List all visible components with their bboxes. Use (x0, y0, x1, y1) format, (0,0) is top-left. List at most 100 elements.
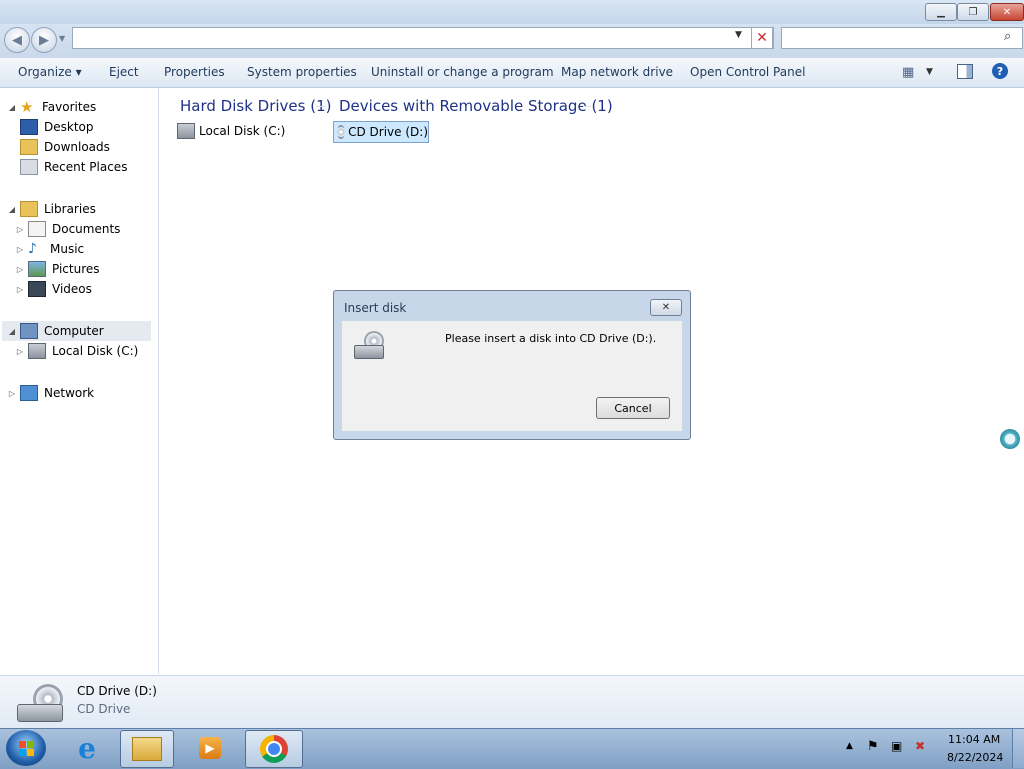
network-status-icon[interactable]: ▣ (891, 739, 902, 753)
address-bar[interactable]: ▼ (72, 27, 774, 49)
internet-explorer-icon: e (78, 731, 96, 765)
close-icon: ✕ (661, 302, 671, 313)
change-view-icon[interactable]: ▦ (902, 65, 914, 80)
title-bar (0, 0, 1024, 24)
action-center-flag-icon[interactable]: ⚑ (867, 739, 879, 754)
sidebar-item-desktop[interactable]: Desktop (8, 117, 151, 137)
clock-date[interactable]: 8/22/2024 (947, 751, 1003, 764)
close-icon: ✕ (1002, 6, 1012, 18)
expanded-icon: ◢ (8, 102, 16, 112)
sidebar-item-libraries[interactable]: ◢ Libraries (8, 199, 151, 219)
restore-button[interactable]: ❐ (957, 3, 989, 21)
restore-icon: ❐ (968, 6, 978, 18)
forward-arrow-icon: ▶ (39, 32, 49, 48)
clock-time[interactable]: 11:04 AM (948, 733, 1000, 746)
sidebar-item-pictures[interactable]: ▷ Pictures (8, 259, 151, 279)
collapsed-icon: ▷ (16, 264, 24, 274)
details-item-name: CD Drive (D:) (77, 684, 157, 698)
collapsed-icon: ▷ (16, 244, 24, 254)
properties-button[interactable]: Properties (164, 65, 225, 79)
loading-indicator-icon (1000, 429, 1020, 449)
preview-pane-icon[interactable] (957, 64, 973, 79)
sidebar-item-documents[interactable]: ▷ Documents (8, 219, 151, 239)
sidebar-item-local-disk[interactable]: ▷ Local Disk (C:) (8, 341, 151, 361)
details-item-type: CD Drive (77, 702, 131, 716)
address-dropdown-icon[interactable]: ▼ (735, 30, 742, 40)
insert-disk-dialog: Insert disk ✕ Please insert a disk into … (333, 290, 691, 440)
eject-button[interactable]: Eject (109, 65, 139, 79)
close-button[interactable]: ✕ (990, 3, 1024, 21)
cancel-button[interactable]: Cancel (596, 397, 670, 419)
volume-muted-icon[interactable]: ✖ (915, 739, 925, 753)
music-note-icon: ♪ (28, 241, 37, 257)
collapsed-icon: ▷ (16, 346, 24, 356)
help-icon[interactable]: ? (992, 63, 1008, 79)
sidebar-item-recent-places[interactable]: Recent Places (8, 157, 151, 177)
cd-drive-large-icon (17, 684, 63, 724)
recent-places-icon (20, 159, 38, 175)
dialog-title: Insert disk (344, 301, 407, 315)
computer-icon (20, 323, 38, 339)
open-control-panel-button[interactable]: Open Control Panel (690, 65, 805, 79)
show-desktop-button[interactable] (1012, 729, 1024, 768)
group-divider (583, 106, 591, 107)
organize-menu[interactable]: Organize ▾ (18, 65, 82, 79)
hard-disk-icon (177, 123, 195, 139)
libraries-icon (20, 201, 38, 217)
expanded-icon: ◢ (8, 326, 16, 336)
dialog-message: Please insert a disk into CD Drive (D:). (445, 332, 657, 345)
cd-drive-d-item[interactable]: CD Drive (D:) (333, 121, 429, 143)
cd-drive-icon (354, 331, 384, 361)
sidebar-item-downloads[interactable]: Downloads (8, 137, 151, 157)
system-properties-button[interactable]: System properties (247, 65, 357, 79)
hard-disk-icon (28, 343, 46, 359)
desktop-icon (20, 119, 38, 135)
view-options-chevron-icon[interactable]: ▼ (926, 67, 933, 77)
pictures-icon (28, 261, 46, 277)
show-hidden-icons-button[interactable]: ▲ (846, 741, 853, 751)
collapsed-icon: ▷ (16, 224, 24, 234)
downloads-folder-icon (20, 139, 38, 155)
sidebar-item-favorites[interactable]: ◢ ★ Favorites (8, 97, 151, 117)
chrome-icon (260, 735, 288, 763)
local-disk-c-item[interactable]: Local Disk (C:) (177, 121, 285, 141)
expanded-icon: ◢ (8, 204, 16, 214)
hard-disk-drives-header[interactable]: Hard Disk Drives (1) (180, 97, 331, 115)
forward-button[interactable]: ▶ (31, 27, 57, 53)
group-divider (316, 106, 326, 107)
uninstall-program-button[interactable]: Uninstall or change a program (371, 65, 554, 79)
cd-drive-icon (337, 125, 346, 139)
back-arrow-icon: ◀ (12, 32, 22, 48)
details-pane: CD Drive (D:) CD Drive (0, 675, 1024, 729)
stop-button[interactable]: ✕ (751, 27, 773, 49)
dialog-body: Please insert a disk into CD Drive (D:).… (342, 321, 682, 431)
dialog-close-button[interactable]: ✕ (650, 299, 682, 316)
network-icon (20, 385, 38, 401)
sidebar-item-computer[interactable]: ◢ Computer (2, 321, 151, 341)
taskbar-media-player[interactable]: ▶ (184, 730, 236, 766)
stop-x-icon: ✕ (756, 30, 768, 46)
map-network-drive-button[interactable]: Map network drive (561, 65, 673, 79)
media-player-icon: ▶ (199, 737, 221, 759)
collapsed-icon: ▷ (8, 388, 16, 398)
documents-icon (28, 221, 46, 237)
recent-pages-chevron-icon[interactable]: ▼ (59, 34, 65, 43)
sidebar-item-videos[interactable]: ▷ Videos (8, 279, 151, 299)
search-icon[interactable]: ⌕ (1004, 29, 1011, 44)
videos-film-icon (28, 281, 46, 297)
taskbar-internet-explorer[interactable]: e (58, 730, 116, 766)
minimize-button[interactable]: ▁ (925, 3, 957, 21)
windows-logo-icon (18, 740, 34, 756)
taskbar-chrome[interactable] (245, 730, 303, 768)
sidebar-item-network[interactable]: ▷ Network (8, 383, 151, 403)
sidebar-item-music[interactable]: ▷ ♪ Music (8, 239, 151, 259)
start-button[interactable] (6, 730, 46, 766)
folder-icon (132, 737, 162, 761)
collapsed-icon: ▷ (16, 284, 24, 294)
removable-storage-header[interactable]: Devices with Removable Storage (1) (339, 97, 613, 115)
star-icon: ★ (20, 98, 34, 116)
minimize-icon: ▁ (937, 6, 945, 18)
search-input[interactable]: ⌕ (781, 27, 1023, 49)
taskbar-windows-explorer[interactable] (120, 730, 174, 768)
back-button[interactable]: ◀ (4, 27, 30, 53)
